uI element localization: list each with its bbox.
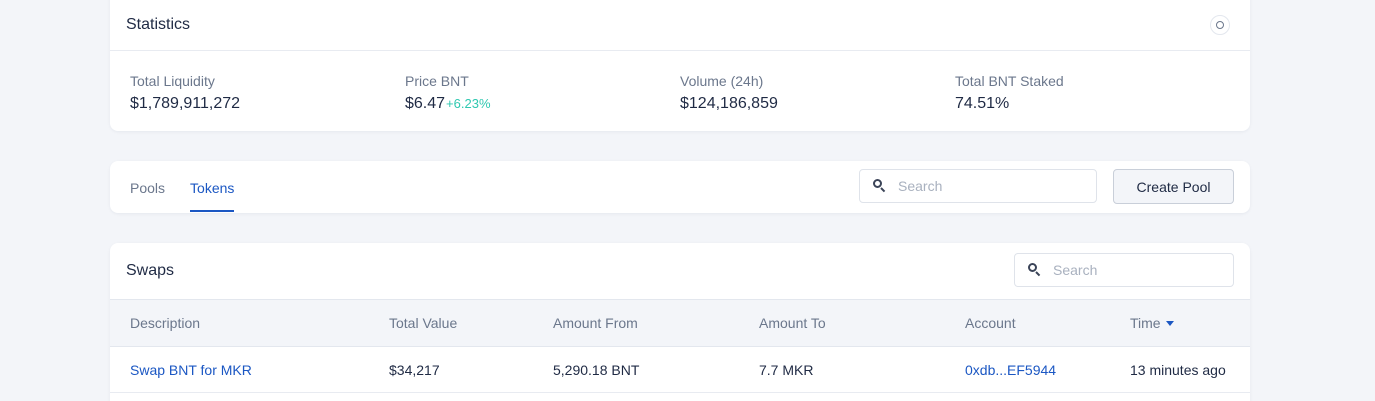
stat-value: $1,789,911,272 <box>130 95 241 112</box>
tabs-card: Pools Tokens Create Pool <box>110 161 1250 213</box>
swap-amount-from: 5,290.18 BNT <box>553 361 640 378</box>
column-header-account[interactable]: Account <box>965 300 1016 346</box>
sort-descending-icon <box>1165 321 1174 326</box>
stat-volume-24h: Volume (24h) $124,186,859 <box>680 73 955 113</box>
stat-price-bnt: Price BNT $6.47+6.23% <box>405 73 680 113</box>
stat-label: Total Liquidity <box>130 73 215 89</box>
swaps-search-input[interactable] <box>1053 262 1213 278</box>
tokens-search-input[interactable] <box>898 178 1078 194</box>
swap-amount-to: 7.7 MKR <box>759 361 814 378</box>
tab-pools[interactable]: Pools <box>130 161 165 213</box>
statistics-row: Total Liquidity $1,789,911,272 Price BNT… <box>110 51 1250 113</box>
table-row: Swap BNT for MKR $34,217 5,290.18 BNT 7.… <box>110 347 1250 393</box>
statistics-title: Statistics <box>126 16 191 33</box>
create-pool-button[interactable]: Create Pool <box>1113 169 1234 204</box>
swaps-search-box[interactable] <box>1014 253 1234 287</box>
stat-total-bnt-staked: Total BNT Staked 74.51% <box>955 73 1230 113</box>
column-header-description[interactable]: Description <box>130 300 200 346</box>
stat-total-liquidity: Total Liquidity $1,789,911,272 <box>130 73 405 113</box>
column-header-total-value[interactable]: Total Value <box>389 300 457 346</box>
swaps-header: Swaps <box>110 243 1250 300</box>
refresh-icon[interactable] <box>1210 15 1230 35</box>
tab-tokens[interactable]: Tokens <box>190 161 235 213</box>
stat-value: $6.47+6.23% <box>405 95 680 113</box>
column-header-amount-from[interactable]: Amount From <box>553 300 638 346</box>
statistics-header: Statistics <box>110 0 1250 51</box>
swap-description-link[interactable]: Swap BNT for MKR <box>130 347 252 392</box>
swap-account-link[interactable]: 0xdb...EF5944 <box>965 347 1056 392</box>
price-change: +6.23% <box>446 96 491 111</box>
table-header: Description Total Value Amount From Amou… <box>110 300 1250 347</box>
column-header-amount-to[interactable]: Amount To <box>759 300 826 346</box>
stat-label: Total BNT Staked <box>955 73 1064 89</box>
swaps-card: Swaps Description Total Value Amount Fro… <box>110 243 1250 401</box>
swap-total-value: $34,217 <box>389 361 440 378</box>
column-header-time-label: Time <box>1130 315 1161 331</box>
swap-time: 13 minutes ago <box>1130 361 1226 378</box>
column-header-time[interactable]: Time <box>1130 300 1174 346</box>
stat-value: $124,186,859 <box>680 95 778 112</box>
stat-value: 74.51% <box>955 95 1010 112</box>
search-icon <box>873 179 887 193</box>
stat-label: Price BNT <box>405 73 469 89</box>
stat-label: Volume (24h) <box>680 73 764 89</box>
search-icon <box>1028 263 1042 277</box>
statistics-card: Statistics Total Liquidity $1,789,911,27… <box>110 0 1250 131</box>
swaps-title: Swaps <box>126 262 175 279</box>
tokens-search-box[interactable] <box>859 169 1097 203</box>
price-value: $6.47 <box>405 95 446 112</box>
